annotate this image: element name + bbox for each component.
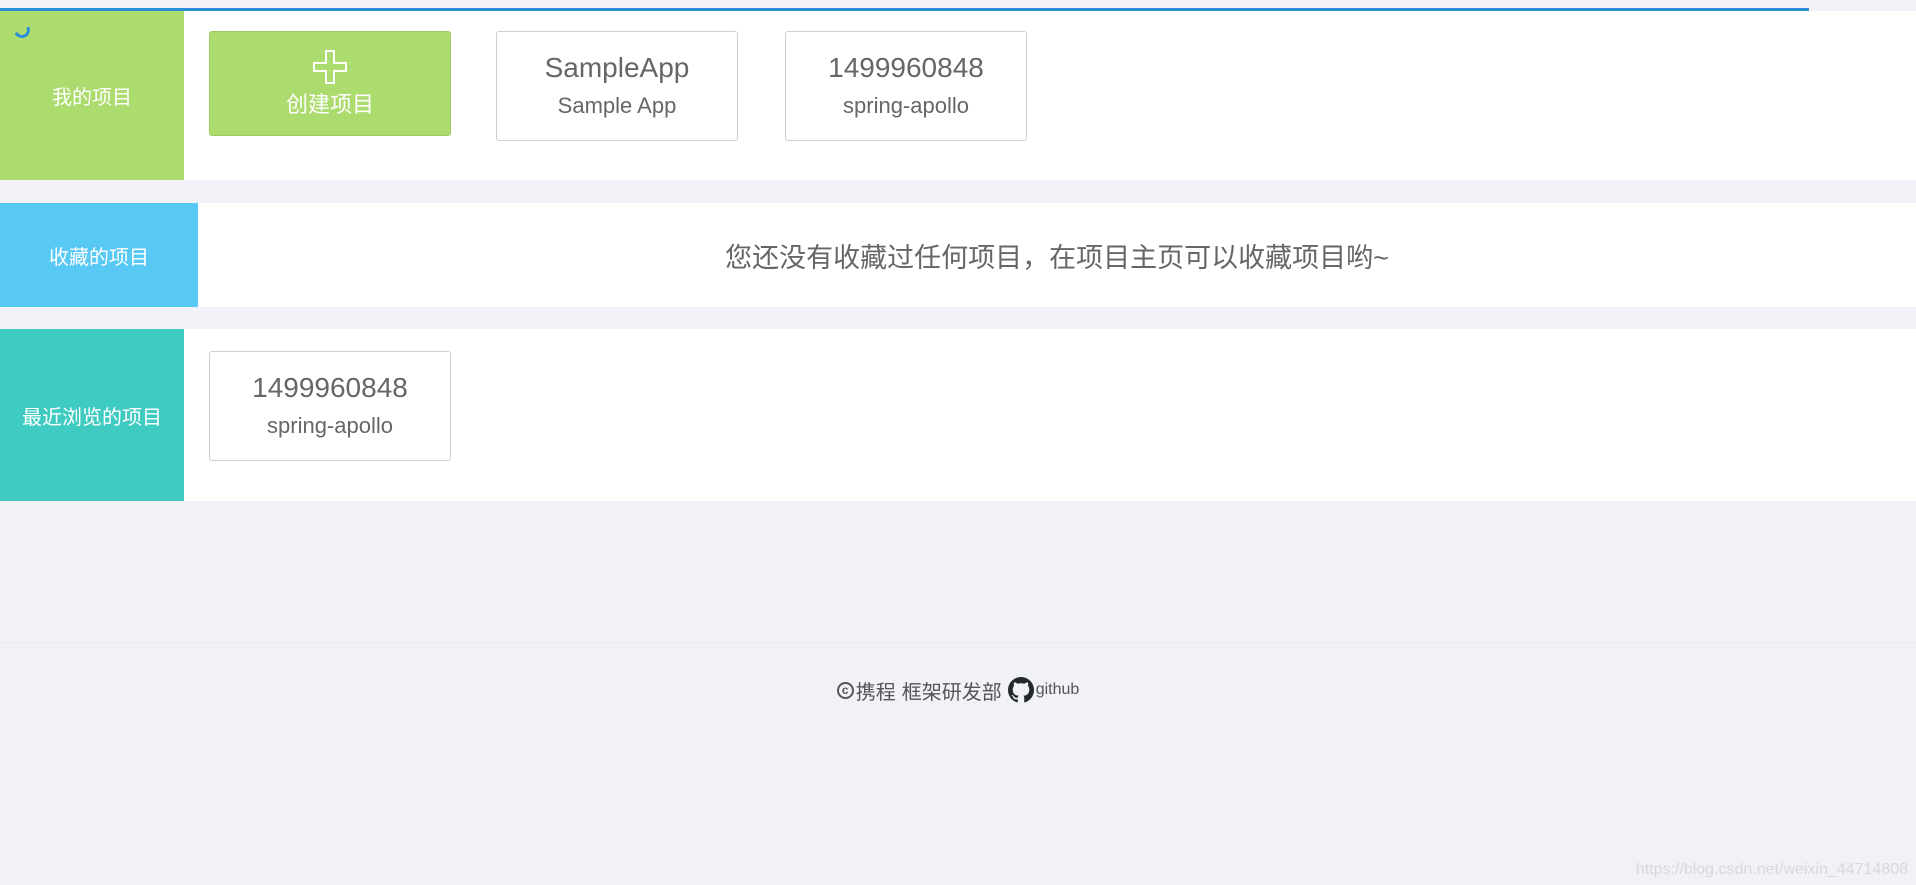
footer: c 携程 框架研发部 github <box>0 670 1916 710</box>
project-app-id: 1499960848 <box>252 372 408 403</box>
footer-department: 框架研发部 <box>901 681 1002 704</box>
watermark: https://blog.csdn.net/weixin_44714808 <box>1635 861 1908 878</box>
project-name: Sample App <box>557 93 677 118</box>
github-link[interactable]: github <box>1036 681 1080 699</box>
create-project-label: 创建项目 <box>285 91 374 117</box>
favorite-projects-section: 收藏的项目 您还没有收藏过任何项目，在项目主页可以收藏项目哟~ <box>0 203 1916 307</box>
github-icon[interactable] <box>1007 677 1034 703</box>
my-projects-label: 我的项目 <box>0 11 184 180</box>
favorites-empty-message: 您还没有收藏过任何项目，在项目主页可以收藏项目哟~ <box>725 242 1389 273</box>
plus-icon <box>313 49 347 84</box>
recent-projects-section: 最近浏览的项目 1499960848 spring-apollo <box>0 329 1916 501</box>
project-card-1499960848[interactable]: 1499960848 spring-apollo <box>785 31 1027 141</box>
project-name: spring-apollo <box>267 413 393 438</box>
project-name: spring-apollo <box>843 93 969 118</box>
my-projects-section: 我的项目 创建项目 SampleApp Sample App 149996084… <box>0 11 1916 180</box>
footer-company: 携程 <box>855 681 896 704</box>
favorite-projects-label: 收藏的项目 <box>0 203 198 307</box>
project-card-sampleapp[interactable]: SampleApp Sample App <box>496 31 738 141</box>
page: 我的项目 创建项目 SampleApp Sample App 149996084… <box>0 0 1916 885</box>
copyright-icon: c <box>836 681 854 699</box>
create-project-button[interactable]: 创建项目 <box>209 31 451 136</box>
recent-project-card-1499960848[interactable]: 1499960848 spring-apollo <box>209 351 451 461</box>
project-app-id: 1499960848 <box>828 52 984 83</box>
recent-projects-label: 最近浏览的项目 <box>0 329 184 501</box>
recent-projects-cards: 1499960848 spring-apollo <box>184 329 1916 501</box>
project-app-id: SampleApp <box>544 52 690 83</box>
my-projects-cards: 创建项目 SampleApp Sample App 1499960848 spr… <box>184 11 1916 180</box>
footer-divider <box>0 642 1916 643</box>
